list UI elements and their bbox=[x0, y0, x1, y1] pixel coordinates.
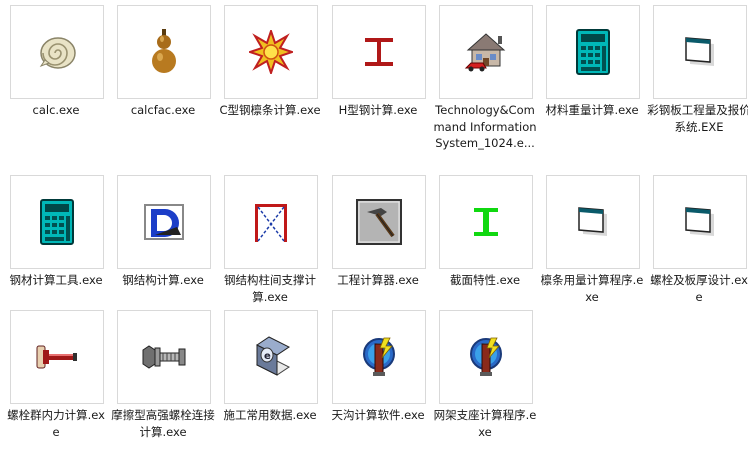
file-thumbnail[interactable] bbox=[224, 175, 318, 269]
bolt-icon bbox=[33, 340, 81, 374]
shell-icon bbox=[37, 32, 77, 72]
file-thumbnail[interactable] bbox=[10, 310, 104, 404]
file-name-label: 截面特性.exe bbox=[449, 273, 521, 287]
file-name-label: 螺栓群内力计算.exe bbox=[7, 408, 105, 439]
house-car-icon bbox=[462, 28, 510, 76]
file-name-label: 钢结构柱间支撑计算.exe bbox=[224, 273, 316, 304]
file-name-label: 檩条用量计算程序.exe bbox=[540, 273, 644, 304]
file-thumbnail[interactable] bbox=[117, 175, 211, 269]
file-name-label: 彩钢板工程量及报价系统.EXE bbox=[647, 103, 748, 134]
file-name-label: 工程计算器.exe bbox=[337, 273, 419, 287]
star-burst-icon bbox=[249, 30, 293, 74]
hammer-icon bbox=[355, 198, 403, 246]
file-name-label: 钢结构计算.exe bbox=[122, 273, 204, 287]
file-thumbnail[interactable] bbox=[332, 5, 426, 99]
file-thumbnail[interactable] bbox=[332, 310, 426, 404]
book-e-icon: e bbox=[249, 335, 293, 379]
i-beam-green-icon bbox=[466, 202, 506, 242]
file-name-label: 材料重量计算.exe bbox=[545, 103, 639, 117]
calculator-icon bbox=[40, 199, 74, 245]
file-name-label: 摩擦型高强螺栓连接计算.exe bbox=[111, 408, 215, 439]
bracing-icon bbox=[251, 200, 291, 244]
svg-text:e: e bbox=[264, 351, 271, 362]
window-exe-icon bbox=[573, 202, 613, 242]
file-thumbnail[interactable] bbox=[117, 5, 211, 99]
gourd-icon bbox=[144, 28, 184, 76]
file-thumbnail[interactable] bbox=[224, 5, 318, 99]
window-exe-icon bbox=[680, 202, 720, 242]
calculator-icon bbox=[576, 29, 610, 75]
d-logo-icon bbox=[141, 199, 187, 245]
file-thumbnail[interactable]: e bbox=[224, 310, 318, 404]
file-name-label: H型钢计算.exe bbox=[338, 103, 418, 117]
file-thumbnail[interactable] bbox=[653, 175, 747, 269]
file-thumbnail[interactable] bbox=[653, 5, 747, 99]
file-name-label: 钢材计算工具.exe bbox=[9, 273, 103, 287]
pillar-lightning-icon bbox=[463, 334, 509, 380]
file-name-label: 天沟计算软件.exe bbox=[331, 408, 425, 422]
window-exe-icon bbox=[680, 32, 720, 72]
file-name-label: Technology&Command Information System_10… bbox=[433, 103, 537, 150]
file-name-label: calc.exe bbox=[32, 103, 80, 117]
file-thumbnail[interactable] bbox=[10, 175, 104, 269]
hex-bolt-icon bbox=[139, 342, 189, 372]
file-thumbnail[interactable] bbox=[332, 175, 426, 269]
file-thumbnail[interactable] bbox=[439, 310, 533, 404]
file-thumbnail[interactable] bbox=[439, 175, 533, 269]
file-thumbnail[interactable] bbox=[546, 5, 640, 99]
file-name-label: C型钢檩条计算.exe bbox=[219, 103, 321, 117]
file-name-label: calcfac.exe bbox=[130, 103, 196, 117]
file-thumbnail[interactable] bbox=[117, 310, 211, 404]
file-thumbnail[interactable] bbox=[546, 175, 640, 269]
file-thumbnail[interactable] bbox=[439, 5, 533, 99]
i-beam-red-icon bbox=[359, 32, 399, 72]
file-name-label: 网架支座计算程序.exe bbox=[433, 408, 537, 439]
pillar-lightning-icon bbox=[356, 334, 402, 380]
file-name-label: 螺栓及板厚设计.exe bbox=[650, 273, 748, 304]
file-thumbnail[interactable] bbox=[10, 5, 104, 99]
file-name-label: 施工常用数据.exe bbox=[223, 408, 317, 422]
